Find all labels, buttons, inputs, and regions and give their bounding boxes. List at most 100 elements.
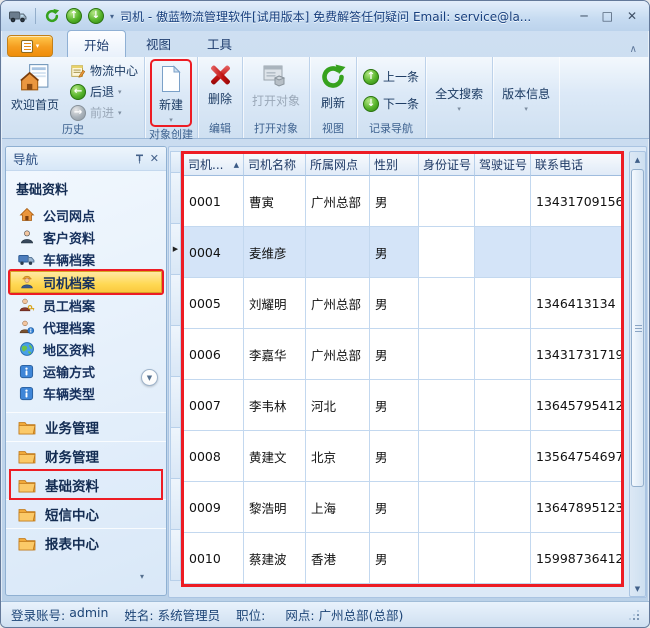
sidebar-item[interactable]: 司机档案 [10, 271, 162, 293]
sidebar-item[interactable]: 员工档案 [6, 294, 166, 316]
table-cell: 刘耀明 [244, 278, 306, 329]
sidebar-scroll-down-button[interactable]: ▼ [141, 369, 158, 386]
qat-up-button[interactable]: ↑ [66, 8, 82, 24]
account-value: admin [69, 605, 108, 624]
sidebar-folder-item[interactable]: 报表中心 [6, 528, 166, 557]
sidebar-folder-label: 短信中心 [45, 504, 99, 524]
chevron-down-icon: ▾ [169, 116, 173, 124]
row-indicator[interactable] [170, 479, 181, 530]
table-row[interactable]: 0005刘耀明广州总部男1346413134 [184, 278, 621, 329]
table-row[interactable]: 0009黎浩明上海男13647895123 [184, 482, 621, 533]
refresh-icon [319, 63, 347, 91]
app-menu-icon [21, 40, 33, 53]
ribbon-group-open-object: 打开对象 打开对象 [243, 57, 310, 138]
sidebar-folder-item[interactable]: 业务管理 [6, 412, 166, 441]
next-record-button[interactable]: ↓ 下一条 [360, 94, 422, 113]
pin-icon[interactable] [135, 154, 144, 164]
open-object-button[interactable]: 打开对象 [246, 59, 306, 110]
forward-button[interactable]: → 前进 ▾ [67, 103, 141, 122]
sidebar-overflow-icon[interactable]: ▾ [140, 572, 144, 581]
vertical-scrollbar[interactable]: ▲ ▼ [629, 151, 646, 597]
column-header[interactable]: 性别 [370, 154, 419, 176]
delete-button[interactable]: 删除 [201, 59, 239, 108]
forward-label: 前进 [90, 104, 114, 121]
row-indicator[interactable] [170, 326, 181, 377]
sidebar-item[interactable]: 客户资料 [6, 226, 166, 248]
row-indicator[interactable] [170, 377, 181, 428]
info-icon [18, 385, 35, 401]
welcome-home-icon [20, 63, 50, 93]
row-indicator[interactable] [170, 275, 181, 326]
sidebar-folder-item[interactable]: 基础资料 [10, 470, 162, 499]
sidebar-item[interactable]: 车辆类型 [6, 382, 166, 404]
table-row[interactable]: 0001曹寅广州总部男13431709156 [184, 176, 621, 227]
back-icon: ← [70, 84, 86, 100]
tab-item[interactable]: 视图 [130, 30, 187, 57]
sidebar-folder-item[interactable]: 财务管理 [6, 441, 166, 470]
column-header-label: 性别 [374, 156, 398, 173]
notepad-icon [70, 63, 86, 79]
qat-down-button[interactable]: ↓ [88, 8, 104, 24]
refresh-button[interactable]: 刷新 [313, 59, 353, 112]
table-row[interactable]: 0008黄建文北京男13564754697 [184, 431, 621, 482]
row-indicator[interactable] [170, 530, 181, 581]
row-indicator[interactable] [170, 173, 181, 224]
version-info-button[interactable]: 版本信息 ▾ [496, 67, 556, 114]
folder-icon [18, 507, 36, 522]
table-cell: 1346413134 [531, 278, 621, 329]
column-header[interactable]: 联系电话 [531, 154, 621, 176]
ribbon-collapse-button[interactable]: ∧ [624, 42, 643, 57]
column-header[interactable]: 所属网点 [306, 154, 370, 176]
table-cell: 广州总部 [306, 176, 370, 227]
customer-icon [18, 229, 35, 245]
minimize-button[interactable]: ─ [580, 10, 587, 22]
scroll-up-button[interactable]: ▲ [630, 152, 645, 167]
ribbon-group-record-nav: ↑ 上一条 ↓ 下一条 记录导航 [357, 57, 426, 138]
back-button[interactable]: ← 后退 ▾ [67, 82, 141, 101]
sidebar-item[interactable]: 公司网点 [6, 204, 166, 226]
resize-grip[interactable] [629, 610, 639, 620]
table-row[interactable]: 0004麦维彦男 [184, 227, 621, 278]
row-indicator[interactable]: ▶ [170, 224, 181, 275]
sidebar-item[interactable]: 车辆档案 [6, 248, 166, 270]
column-header[interactable]: 身份证号 [419, 154, 475, 176]
column-header[interactable]: 驾驶证号 [475, 154, 531, 176]
new-button[interactable]: 新建 ▾ [152, 61, 190, 125]
table-row[interactable]: 0010蔡建波香港男15998736412 [184, 533, 621, 584]
table-cell: 男 [370, 278, 419, 329]
table-row[interactable]: 0006李嘉华广州总部男13431731719 [184, 329, 621, 380]
app-menu-button[interactable]: ▾ [7, 35, 53, 57]
table-cell [419, 533, 475, 584]
table-cell: 河北 [306, 380, 370, 431]
scrollbar-thumb[interactable] [631, 169, 644, 487]
sidebar-item[interactable]: 地区资料 [6, 338, 166, 360]
previous-record-button[interactable]: ↑ 上一条 [360, 67, 422, 86]
close-panel-icon[interactable]: ✕ [150, 152, 159, 165]
sidebar-item[interactable]: 代理档案 [6, 316, 166, 338]
fulltext-search-button[interactable]: 全文搜索 ▾ [429, 67, 489, 114]
table-cell: 0001 [184, 176, 244, 227]
row-indicator[interactable] [170, 428, 181, 479]
maximize-button[interactable]: □ [602, 10, 613, 22]
column-header[interactable]: 司机名称 [244, 154, 306, 176]
table-row[interactable]: 0007李韦林河北男13645795412 [184, 380, 621, 431]
qat-refresh-button[interactable] [44, 8, 60, 24]
status-bar: 登录账号:admin 姓名:系统管理员 职位: 网点:广州总部(总部) [1, 601, 649, 627]
table-cell: 男 [370, 533, 419, 584]
table-cell: 0009 [184, 482, 244, 533]
sidebar-item-label: 客户资料 [43, 228, 95, 247]
close-button[interactable]: ✕ [627, 10, 637, 22]
logistics-center-button[interactable]: 物流中心 [67, 61, 141, 80]
qat-dropdown-icon[interactable]: ▾ [110, 12, 114, 21]
sidebar-folder-item[interactable]: 短信中心 [6, 499, 166, 528]
column-header[interactable]: 司机...▲ [184, 154, 244, 176]
ribbon-group-object-create: 新建 ▾ 对象创建 [145, 57, 198, 138]
ribbon-group-label [429, 121, 489, 138]
scroll-down-button[interactable]: ▼ [630, 581, 645, 596]
tab-active[interactable]: 开始 [67, 30, 126, 57]
welcome-home-button[interactable]: 欢迎首页 [5, 59, 65, 114]
tab-item[interactable]: 工具 [191, 30, 248, 57]
sort-ascending-icon: ▲ [232, 161, 239, 169]
grid-body: 0001曹寅广州总部男134317091560004麦维彦男0005刘耀明广州总… [184, 176, 621, 584]
table-cell: 男 [370, 227, 419, 278]
